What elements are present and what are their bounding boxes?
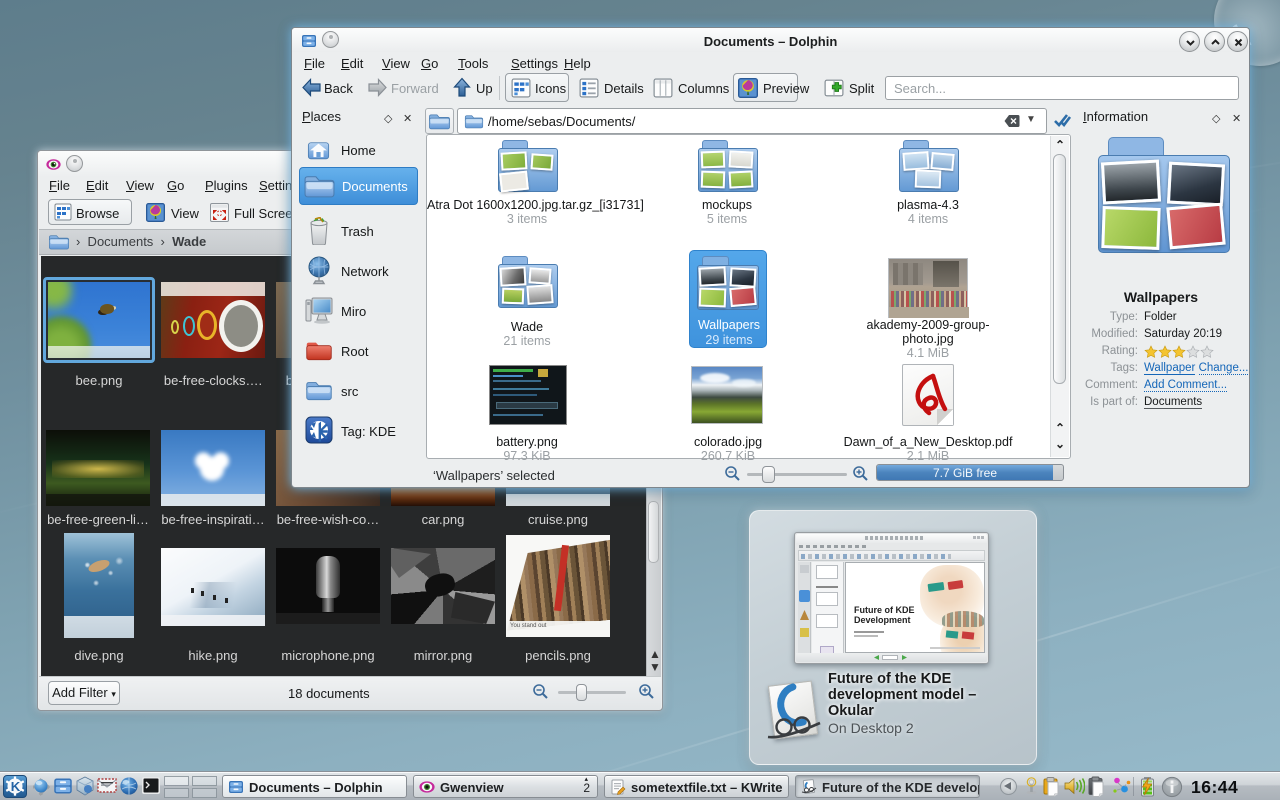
svg-text:K: K	[11, 779, 21, 794]
